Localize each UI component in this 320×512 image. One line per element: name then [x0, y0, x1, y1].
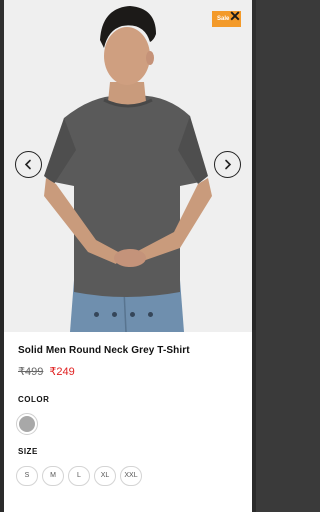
next-image-button[interactable]: [214, 151, 241, 178]
price-row: ₹499 ₹249: [18, 365, 75, 378]
product-image-gallery[interactable]: Sale ✕: [4, 0, 252, 332]
size-option-l[interactable]: L: [68, 466, 90, 486]
pagination-dot[interactable]: [112, 312, 117, 317]
swatch-fill: [19, 416, 35, 432]
previous-image-button[interactable]: [15, 151, 42, 178]
size-option-s[interactable]: S: [16, 466, 38, 486]
size-option-xl[interactable]: XL: [94, 466, 116, 486]
close-icon[interactable]: ✕: [227, 8, 243, 24]
size-section-label: SIZE: [18, 447, 38, 456]
chevron-right-icon: [225, 159, 232, 170]
color-swatch-grey[interactable]: [16, 413, 38, 435]
pagination-dot[interactable]: [130, 312, 135, 317]
product-quick-view: Sale ✕ Solid Men Round Neck Grey T-Shirt…: [4, 0, 252, 512]
size-option-xxl[interactable]: XXL: [120, 466, 142, 486]
image-pagination-dots: [94, 312, 153, 317]
pagination-dot[interactable]: [148, 312, 153, 317]
color-section-label: COLOR: [18, 395, 50, 404]
sale-price: ₹249: [49, 366, 75, 378]
size-options: S M L XL XXL: [16, 466, 142, 486]
original-price: ₹499: [18, 366, 44, 378]
pagination-dot[interactable]: [94, 312, 99, 317]
size-option-m[interactable]: M: [42, 466, 64, 486]
product-title: Solid Men Round Neck Grey T-Shirt: [18, 345, 190, 356]
chevron-left-icon: [24, 159, 31, 170]
product-info-panel: Solid Men Round Neck Grey T-Shirt ₹499 ₹…: [4, 332, 252, 512]
